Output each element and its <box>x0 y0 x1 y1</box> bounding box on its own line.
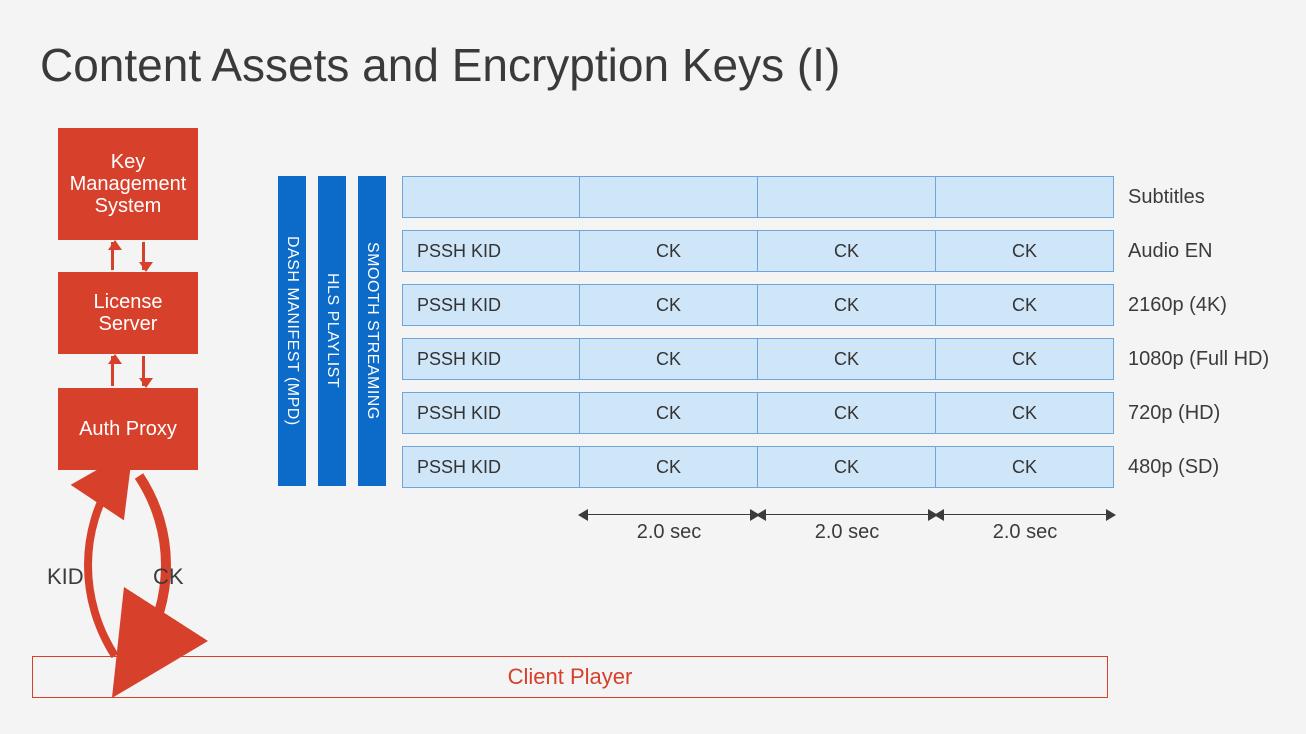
track-label: 1080p (Full HD) <box>1128 338 1306 380</box>
segment-chunk: CK <box>758 284 936 326</box>
segment-chunk: CK <box>758 338 936 380</box>
track-label: 2160p (4K) <box>1128 284 1306 326</box>
kid-label: KID <box>47 564 84 590</box>
segment-duration-label: 2.0 sec <box>936 521 1114 544</box>
double-arrow-icon <box>936 514 1114 515</box>
segment-first <box>402 176 580 218</box>
dash-manifest-bar: DASH MANIFEST (MPD) <box>278 176 306 486</box>
segment-first: PSSH KID <box>402 338 580 380</box>
track-row <box>402 176 1114 218</box>
segment-duration-label: 2.0 sec <box>580 521 758 544</box>
track-label: 720p (HD) <box>1128 392 1306 434</box>
track-row: PSSH KIDCKCKCK <box>402 392 1114 434</box>
segment-first: PSSH KID <box>402 230 580 272</box>
tracks-grid: PSSH KIDCKCKCKPSSH KIDCKCKCKPSSH KIDCKCK… <box>402 176 1114 488</box>
segment-duration-label: 2.0 sec <box>758 521 936 544</box>
license-server-box: License Server <box>58 272 198 354</box>
segment-chunk <box>758 176 936 218</box>
segment-first: PSSH KID <box>402 284 580 326</box>
segment-duration-row: 2.0 sec 2.0 sec 2.0 sec <box>580 504 1114 564</box>
smooth-streaming-bar: SMOOTH STREAMING <box>358 176 386 486</box>
segment-chunk: CK <box>580 392 758 434</box>
segment-duration-measure: 2.0 sec <box>936 504 1114 544</box>
track-row: PSSH KIDCKCKCK <box>402 446 1114 488</box>
segment-first: PSSH KID <box>402 392 580 434</box>
arrow-down-icon <box>142 356 145 386</box>
double-arrow-icon <box>580 514 758 515</box>
auth-proxy-box: Auth Proxy <box>58 388 198 470</box>
ck-label: CK <box>153 564 184 590</box>
segment-chunk: CK <box>580 446 758 488</box>
hls-playlist-bar: HLS PLAYLIST <box>318 176 346 486</box>
track-labels-column: Subtitles Audio EN 2160p (4K) 1080p (Full H… <box>1128 176 1306 500</box>
track-row: PSSH KIDCKCKCK <box>402 284 1114 326</box>
double-arrow-icon <box>758 514 936 515</box>
segment-duration-measure: 2.0 sec <box>580 504 758 544</box>
arrow-up-icon <box>111 356 114 386</box>
slide-title: Content Assets and Encryption Keys (I) <box>40 38 840 92</box>
segment-chunk: CK <box>580 338 758 380</box>
segment-chunk: CK <box>758 446 936 488</box>
arrow-up-icon <box>111 242 114 270</box>
segment-chunk: CK <box>936 284 1114 326</box>
segment-chunk: CK <box>936 392 1114 434</box>
segment-first: PSSH KID <box>402 446 580 488</box>
track-row: PSSH KIDCKCKCK <box>402 230 1114 272</box>
track-label: Subtitles <box>1128 176 1306 218</box>
arrow-down-icon <box>142 242 145 270</box>
segment-chunk: CK <box>936 338 1114 380</box>
segment-chunk: CK <box>936 230 1114 272</box>
arrows-kms-license <box>58 242 198 270</box>
segment-chunk: CK <box>580 284 758 326</box>
segment-chunk: CK <box>936 446 1114 488</box>
segment-chunk: CK <box>580 230 758 272</box>
kid-ck-arrows: KID CK <box>75 470 185 660</box>
track-row: PSSH KIDCKCKCK <box>402 338 1114 380</box>
segment-chunk: CK <box>758 230 936 272</box>
arrows-license-auth <box>58 356 198 386</box>
client-player-box: Client Player <box>32 656 1108 698</box>
segment-chunk <box>580 176 758 218</box>
segment-duration-measure: 2.0 sec <box>758 504 936 544</box>
segment-chunk <box>936 176 1114 218</box>
segment-chunk: CK <box>758 392 936 434</box>
kms-box: Key Management System <box>58 128 198 240</box>
track-label: 480p (SD) <box>1128 446 1306 488</box>
track-label: Audio EN <box>1128 230 1306 272</box>
